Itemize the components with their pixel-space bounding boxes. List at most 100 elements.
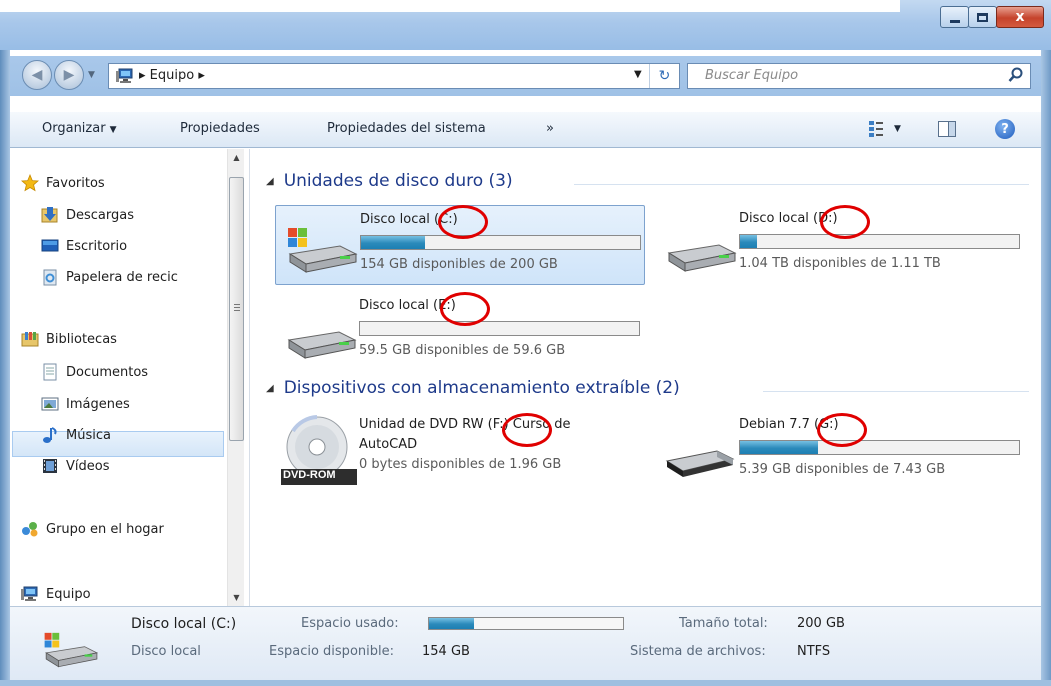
- group-header-hard-drives[interactable]: ◢ Unidades de disco duro (3): [266, 171, 513, 191]
- sidebar-item-papelera[interactable]: Papelera de recic: [40, 266, 178, 288]
- system-properties-button[interactable]: Propiedades del sistema: [327, 121, 486, 136]
- sidebar-item-label: Grupo en el hogar: [46, 521, 164, 537]
- sidebar-item-label: Bibliotecas: [46, 331, 117, 347]
- downloads-folder-icon: [40, 206, 60, 224]
- search-box[interactable]: Buscar Equipo: [687, 63, 1031, 89]
- detail-usage-bar: [428, 617, 624, 630]
- caption-buttons: x: [940, 6, 1044, 32]
- sidebar-item-label: Descargas: [66, 207, 135, 223]
- properties-button[interactable]: Propiedades: [180, 121, 260, 136]
- usb-drive-icon: [665, 450, 735, 477]
- scroll-up-icon[interactable]: ▲: [228, 149, 245, 166]
- maximize-button[interactable]: [968, 6, 997, 28]
- homegroup-icon: [20, 520, 40, 538]
- drive-usage-fill: [361, 236, 426, 249]
- collapse-triangle-icon[interactable]: ◢: [266, 383, 274, 394]
- group-header-removable[interactable]: ◢ Dispositivos con almacenamiento extraí…: [266, 378, 680, 398]
- sidebar-item-equipo[interactable]: Equipo: [20, 583, 91, 605]
- drive-free-space: 59.5 GB disponibles de 59.6 GB: [359, 343, 566, 358]
- detail-name: Disco local (C:): [131, 616, 237, 632]
- title-bar[interactable]: x: [0, 0, 1051, 50]
- close-button[interactable]: x: [996, 6, 1044, 28]
- sidebar-item-escritorio[interactable]: Escritorio: [40, 235, 127, 257]
- drive-free-space: 1.04 TB disponibles de 1.11 TB: [739, 256, 941, 271]
- hard-drive-icon: [287, 331, 357, 359]
- sidebar-item-grupo-hogar[interactable]: Grupo en el hogar: [20, 518, 164, 540]
- sidebar-item-documentos[interactable]: Documentos: [40, 361, 148, 383]
- sidebar-item-imagenes[interactable]: Imágenes: [40, 393, 130, 415]
- sidebar-scrollbar[interactable]: ▲ ▼: [227, 149, 244, 606]
- collapse-triangle-icon[interactable]: ◢: [266, 176, 274, 187]
- drive-usage-bar: [739, 440, 1020, 455]
- forward-button[interactable]: ▶: [54, 60, 84, 90]
- recycle-bin-icon: [40, 268, 60, 286]
- annotation-circle-c: [438, 205, 488, 239]
- breadcrumb-separator-2[interactable]: ▸: [198, 68, 205, 83]
- refresh-button[interactable]: ↻: [649, 64, 679, 88]
- minimize-button[interactable]: [940, 6, 969, 28]
- system-drive-icon: [44, 632, 99, 668]
- maximize-icon: [977, 12, 988, 22]
- search-icon[interactable]: [1008, 67, 1024, 83]
- detail-free-label: Espacio disponible:: [269, 644, 394, 659]
- organize-button[interactable]: Organizar ▼: [42, 121, 116, 136]
- sidebar-item-descargas[interactable]: Descargas: [40, 204, 134, 226]
- address-history-dropdown[interactable]: ▼: [634, 69, 642, 80]
- help-icon[interactable]: ?: [995, 119, 1015, 139]
- detail-fs-label: Sistema de archivos:: [630, 644, 766, 659]
- sidebar-item-favoritos[interactable]: Favoritos: [20, 172, 105, 194]
- detail-total-value: 200 GB: [797, 616, 845, 631]
- detail-type: Disco local: [131, 644, 201, 659]
- breadcrumb-separator[interactable]: ▸: [139, 68, 146, 83]
- hard-drive-icon: [667, 244, 737, 272]
- sidebar-item-musica[interactable]: Música: [40, 424, 111, 446]
- breadcrumb[interactable]: ▸ Equipo ▸: [139, 68, 205, 83]
- address-bar[interactable]: ▸ Equipo ▸ ▼ ↻: [108, 63, 680, 89]
- drive-free-space: 154 GB disponibles de 200 GB: [360, 257, 558, 272]
- content-pane: ◢ Unidades de disco duro (3) Disco local…: [252, 149, 1041, 606]
- drive-free-space: 0 bytes disponibles de 1.96 GB: [359, 457, 562, 472]
- sidebar-item-label: Vídeos: [66, 458, 110, 474]
- view-options-dropdown[interactable]: ▼: [894, 124, 901, 134]
- drive-item-f[interactable]: DVD-ROM Unidad de DVD RW (F:) Curso de A…: [275, 411, 645, 491]
- group-divider: [574, 184, 1029, 185]
- details-pane: Disco local (C:) Disco local Espacio usa…: [10, 606, 1041, 680]
- document-icon: [40, 363, 60, 381]
- window-frame-left: [0, 0, 10, 686]
- sidebar-item-label: Equipo: [46, 586, 91, 602]
- star-icon: [20, 174, 40, 192]
- change-view-icon[interactable]: [868, 120, 884, 138]
- detail-free-value: 154 GB: [422, 644, 470, 659]
- forward-arrow-icon: ▶: [63, 67, 75, 83]
- search-placeholder[interactable]: Buscar Equipo: [705, 68, 798, 83]
- scrollbar-thumb[interactable]: [229, 177, 244, 441]
- sidebar-item-label: Música: [66, 427, 111, 443]
- scroll-down-icon[interactable]: ▼: [228, 589, 245, 606]
- desktop-icon: [40, 237, 60, 255]
- group-divider: [763, 391, 1029, 392]
- grip-icon: [234, 304, 240, 312]
- more-commands-button[interactable]: »: [546, 121, 554, 136]
- sidebar-item-videos[interactable]: Vídeos: [40, 455, 109, 477]
- sidebar-item-label: Escritorio: [66, 238, 128, 254]
- sidebar-item-label: Documentos: [66, 364, 149, 380]
- refresh-icon: ↻: [658, 68, 671, 84]
- back-button[interactable]: ◀: [22, 60, 52, 90]
- breadcrumb-equipo[interactable]: Equipo: [150, 68, 195, 83]
- preview-pane-icon[interactable]: [938, 121, 956, 137]
- explorer-window: x ◀ ▶ ▼ ▸ Equipo ▸ ▼ ↻ Buscar Equipo Org…: [0, 0, 1051, 686]
- drive-usage-fill: [740, 235, 757, 248]
- detail-fs-value: NTFS: [797, 644, 831, 659]
- window-frame-right: [1041, 0, 1051, 686]
- annotation-circle-d: [820, 205, 870, 239]
- sidebar-item-label: Papelera de recic: [66, 269, 178, 285]
- sidebar-item-label: Favoritos: [46, 175, 105, 191]
- drive-usage-bar: [360, 235, 641, 250]
- title-bar-background: [0, 0, 900, 12]
- sidebar-item-label: Imágenes: [66, 396, 130, 412]
- recent-pages-dropdown[interactable]: ▼: [88, 70, 95, 80]
- detail-usage-fill: [429, 618, 474, 629]
- annotation-circle-f: [502, 413, 552, 447]
- minimize-icon: [949, 19, 960, 23]
- sidebar-item-bibliotecas[interactable]: Bibliotecas: [20, 328, 117, 350]
